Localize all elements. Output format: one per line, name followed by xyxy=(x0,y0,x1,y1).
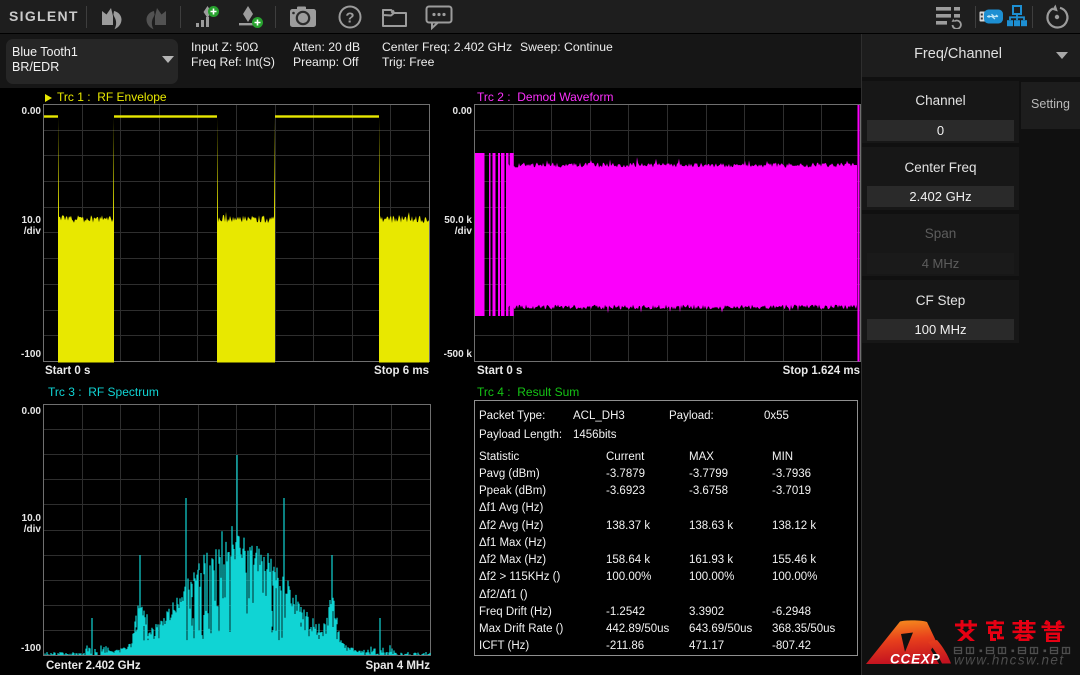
svg-text:?: ? xyxy=(345,10,354,27)
svg-text:www.hncsw.net: www.hncsw.net xyxy=(954,653,1065,668)
svg-text:CCEXP: CCEXP xyxy=(890,652,941,667)
